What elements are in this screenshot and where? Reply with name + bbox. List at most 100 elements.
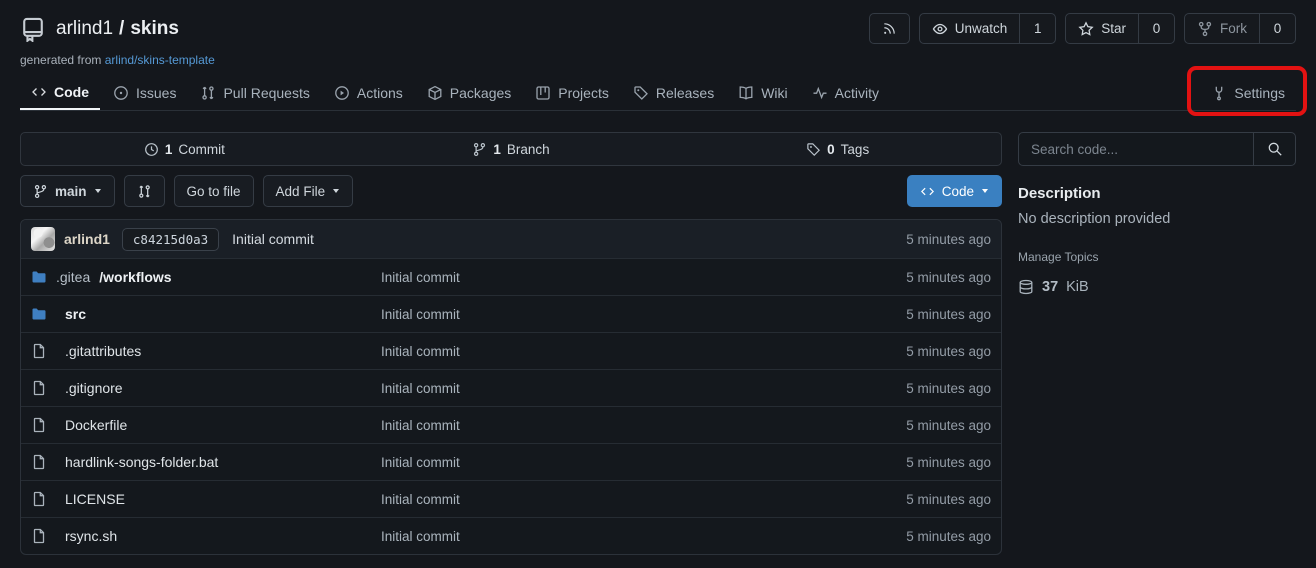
- tab-packages[interactable]: Packages: [416, 76, 522, 110]
- watch-button-group: Unwatch 1: [919, 13, 1057, 44]
- file-link[interactable]: .gitea/workflows: [31, 269, 381, 285]
- table-row: .gitea/workflows Initial commit 5 minute…: [21, 258, 1001, 295]
- file-link[interactable]: .gitattributes: [31, 343, 381, 359]
- star-count[interactable]: 0: [1138, 14, 1174, 43]
- commit-hash-chip[interactable]: c84215d0a3: [122, 228, 219, 251]
- file-link[interactable]: .gitignore: [31, 380, 381, 396]
- commit-author-link[interactable]: arlind1: [64, 231, 110, 247]
- row-time: 5 minutes ago: [906, 307, 991, 322]
- tag-icon: [806, 142, 821, 157]
- star-button-group: Star 0: [1065, 13, 1175, 44]
- star-icon: [1078, 21, 1094, 37]
- table-row: Dockerfile Initial commit 5 minutes ago: [21, 406, 1001, 443]
- clock-icon: [144, 142, 159, 157]
- row-time: 5 minutes ago: [906, 455, 991, 470]
- issue-icon: [113, 85, 129, 101]
- rss-icon: [870, 14, 909, 43]
- repo-content: 1Commit 1Branch 0Tags main Go to file: [20, 132, 1002, 555]
- file-icon: [31, 343, 47, 359]
- code-search: [1018, 132, 1296, 166]
- row-commit-message[interactable]: Initial commit: [381, 418, 906, 433]
- file-link[interactable]: hardlink-songs-folder.bat: [31, 454, 381, 470]
- unwatch-button[interactable]: Unwatch: [920, 14, 1020, 43]
- search-button[interactable]: [1253, 133, 1295, 165]
- commit-time: 5 minutes ago: [906, 232, 991, 247]
- repo-stats-bar: 1Commit 1Branch 0Tags: [20, 132, 1002, 166]
- row-commit-message[interactable]: Initial commit: [381, 270, 906, 285]
- star-button[interactable]: Star: [1066, 14, 1138, 43]
- table-row: hardlink-songs-folder.bat Initial commit…: [21, 443, 1001, 480]
- compare-icon: [137, 184, 152, 199]
- page-title: arlind1 / skins: [56, 18, 179, 40]
- wiki-book-icon: [738, 85, 754, 101]
- row-time: 5 minutes ago: [906, 344, 991, 359]
- branch-icon: [472, 142, 487, 157]
- row-commit-message[interactable]: Initial commit: [381, 529, 906, 544]
- repo-nav: Code Issues Pull Requests Actions Packag…: [20, 76, 1296, 111]
- repo-owner-link[interactable]: arlind1: [56, 18, 113, 40]
- file-link[interactable]: Dockerfile: [31, 417, 381, 433]
- table-row: .gitattributes Initial commit 5 minutes …: [21, 332, 1001, 369]
- tab-issues[interactable]: Issues: [102, 76, 187, 110]
- avatar[interactable]: [31, 227, 55, 251]
- fork-icon: [1197, 21, 1213, 37]
- repo-size: 37KiB: [1018, 279, 1296, 295]
- eye-icon: [932, 21, 948, 37]
- row-commit-message[interactable]: Initial commit: [381, 492, 906, 507]
- row-commit-message[interactable]: Initial commit: [381, 307, 906, 322]
- table-row: .gitignore Initial commit 5 minutes ago: [21, 369, 1001, 406]
- tab-activity[interactable]: Activity: [801, 76, 890, 110]
- generated-from: generated from arlind/skins-template: [20, 53, 1296, 67]
- tab-releases[interactable]: Releases: [622, 76, 725, 110]
- commits-stat[interactable]: 1Commit: [21, 142, 348, 157]
- compare-button[interactable]: [124, 175, 165, 207]
- tab-wiki[interactable]: Wiki: [727, 76, 798, 110]
- activity-icon: [812, 85, 828, 101]
- branch-selector[interactable]: main: [20, 175, 115, 207]
- folder-icon: [31, 306, 47, 322]
- table-row: rsync.sh Initial commit 5 minutes ago: [21, 517, 1001, 554]
- file-link[interactable]: LICENSE: [31, 491, 381, 507]
- row-commit-message[interactable]: Initial commit: [381, 455, 906, 470]
- search-icon: [1267, 141, 1283, 157]
- row-commit-message[interactable]: Initial commit: [381, 344, 906, 359]
- search-input[interactable]: [1019, 133, 1253, 165]
- file-icon: [31, 380, 47, 396]
- row-time: 5 minutes ago: [906, 270, 991, 285]
- watch-count[interactable]: 1: [1019, 14, 1055, 43]
- tab-actions[interactable]: Actions: [323, 76, 414, 110]
- branch-icon: [33, 184, 48, 199]
- template-link[interactable]: arlind/skins-template: [105, 53, 215, 67]
- code-download-button[interactable]: Code: [907, 175, 1002, 207]
- chevron-down-icon: [332, 188, 340, 194]
- fork-button[interactable]: Fork: [1185, 14, 1259, 43]
- tab-code[interactable]: Code: [20, 76, 100, 110]
- file-link[interactable]: rsync.sh: [31, 528, 381, 544]
- row-commit-message[interactable]: Initial commit: [381, 381, 906, 396]
- tab-projects[interactable]: Projects: [524, 76, 620, 110]
- go-to-file-button[interactable]: Go to file: [174, 175, 254, 207]
- fork-count[interactable]: 0: [1259, 14, 1295, 43]
- chevron-down-icon: [981, 188, 989, 194]
- tags-stat[interactable]: 0Tags: [674, 142, 1001, 157]
- commit-message-link[interactable]: Initial commit: [232, 231, 314, 247]
- row-time: 5 minutes ago: [906, 492, 991, 507]
- database-icon: [1018, 279, 1034, 295]
- manage-topics-link[interactable]: Manage Topics: [1018, 250, 1099, 264]
- file-link[interactable]: src: [31, 306, 381, 322]
- tab-pull-requests[interactable]: Pull Requests: [189, 76, 320, 110]
- repo-name-link[interactable]: skins: [130, 18, 179, 40]
- tab-settings[interactable]: Settings: [1200, 76, 1296, 110]
- file-icon: [31, 417, 47, 433]
- add-file-button[interactable]: Add File: [263, 175, 354, 207]
- description-heading: Description: [1018, 185, 1296, 202]
- table-row: src Initial commit 5 minutes ago: [21, 295, 1001, 332]
- rss-button[interactable]: [869, 13, 910, 44]
- code-icon: [31, 84, 47, 100]
- branches-stat[interactable]: 1Branch: [348, 142, 675, 157]
- file-icon: [31, 528, 47, 544]
- repo-book-icon: [20, 16, 46, 42]
- file-icon: [31, 454, 47, 470]
- file-icon: [31, 491, 47, 507]
- pull-request-icon: [200, 85, 216, 101]
